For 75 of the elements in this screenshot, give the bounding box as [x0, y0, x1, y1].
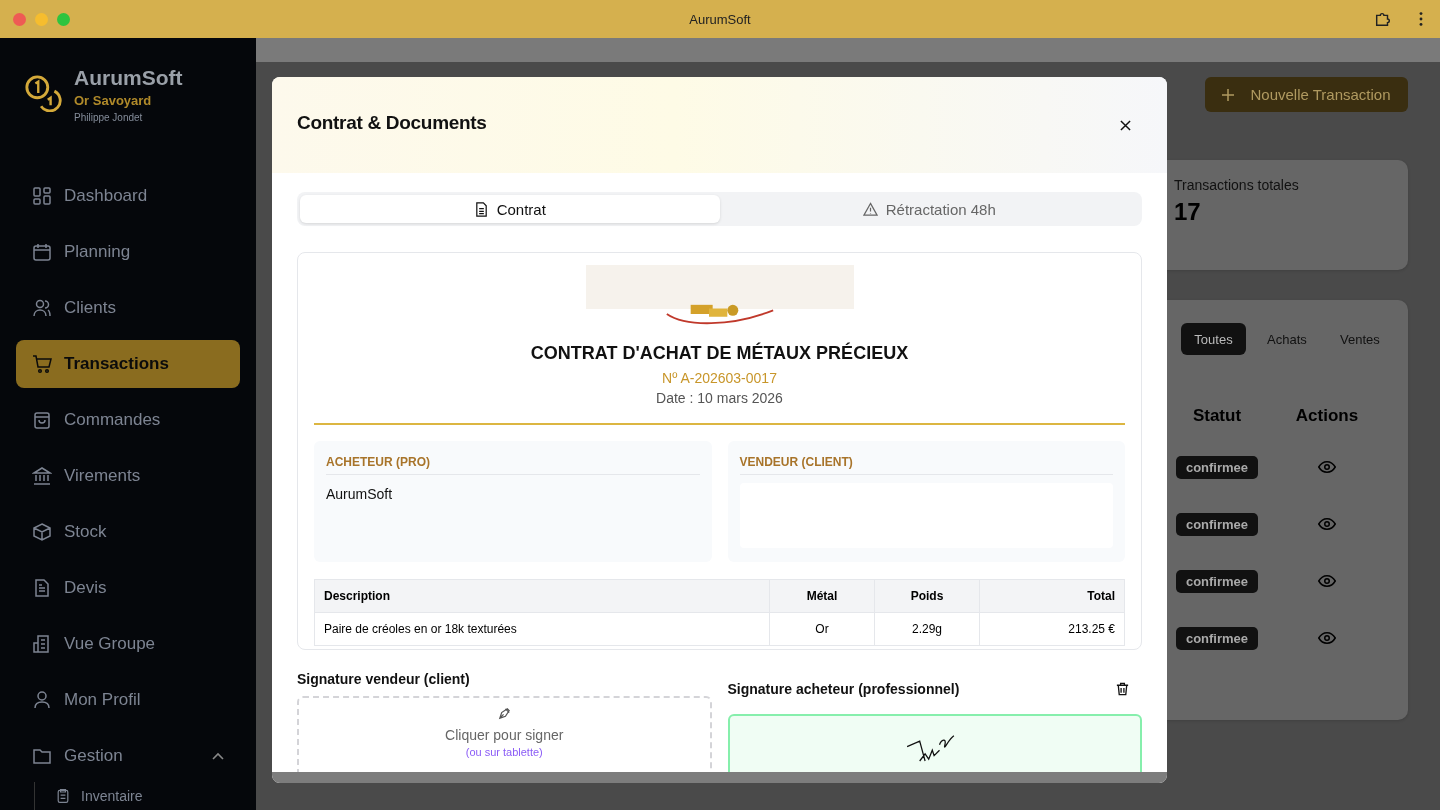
- trash-icon[interactable]: [1115, 681, 1130, 697]
- pen-icon: [496, 706, 512, 721]
- shopping-bag-icon: [32, 410, 52, 430]
- clipboard-icon: [55, 788, 71, 804]
- bank-icon: [32, 466, 52, 486]
- column-header: Poids: [874, 579, 980, 613]
- sidebar-item[interactable]: Dashboard: [16, 172, 240, 220]
- sidebar-item[interactable]: Commandes: [16, 396, 240, 444]
- company-name: Or Savoyard: [74, 93, 153, 108]
- sidebar-subitem[interactable]: Inventaire: [55, 782, 240, 810]
- stat-value: 17: [1174, 198, 1202, 226]
- contract-number: Nº A-202603-0017: [662, 370, 777, 386]
- table-cell: Paire de créoles en or 18k texturées: [314, 612, 770, 646]
- users-icon: [32, 298, 52, 318]
- sidebar-item[interactable]: Devis: [16, 564, 240, 612]
- column-header: Actions: [1294, 406, 1360, 426]
- table-cell: Or: [769, 612, 875, 646]
- signature-hint: (ou sur tablette): [465, 746, 543, 758]
- status-badge: confirmee: [1175, 627, 1259, 650]
- table-cell: 213.25 €: [979, 612, 1125, 646]
- brand-name: AurumSoft: [74, 66, 183, 90]
- tab[interactable]: Rétractation 48h: [719, 195, 1139, 223]
- warning-icon: [862, 201, 878, 217]
- puzzle-icon[interactable]: [1374, 10, 1392, 28]
- filter-tab[interactable]: Toutes: [1181, 323, 1246, 355]
- sidebar-item[interactable]: Transactions: [16, 340, 240, 388]
- sidebar-item[interactable]: Clients: [16, 284, 240, 332]
- plus-icon: [1222, 88, 1235, 101]
- dashboard-icon: [32, 186, 52, 206]
- contract-title: CONTRAT D'ACHAT DE MÉTAUX PRÉCIEUX: [530, 343, 909, 364]
- cart-icon: [32, 354, 52, 374]
- signature-title: Signature vendeur (client): [297, 671, 470, 687]
- user-name: Philippe Jondet: [74, 112, 144, 123]
- document-icon: [473, 201, 489, 217]
- folder-icon: [32, 746, 52, 766]
- party-heading: VENDEUR (CLIENT): [739, 455, 1113, 475]
- column-header: Statut: [1191, 406, 1243, 426]
- sidebar-item[interactable]: Planning: [16, 228, 240, 276]
- column-header: Total: [979, 579, 1125, 613]
- sidebar-item[interactable]: Virements: [16, 452, 240, 500]
- new-transaction-button[interactable]: Nouvelle Transaction: [1205, 77, 1408, 112]
- dialog-title: Contrat & Documents: [297, 112, 487, 134]
- horizontal-scrollbar[interactable]: [272, 772, 1167, 783]
- user-icon: [32, 690, 52, 710]
- status-badge: confirmee: [1175, 513, 1259, 536]
- filter-tab[interactable]: Achats: [1254, 323, 1319, 355]
- signature-title: Signature acheteur (professionnel): [727, 681, 960, 697]
- party-heading: ACHETEUR (PRO): [326, 455, 700, 475]
- calendar-icon: [32, 242, 52, 262]
- contract-date: Date : 10 mars 2026: [656, 390, 783, 406]
- stat-label: Transactions totales: [1174, 177, 1300, 193]
- status-badge: confirmee: [1175, 456, 1259, 479]
- signature-prompt: Cliquer pour signer: [445, 727, 564, 743]
- view-icon[interactable]: [1318, 517, 1336, 530]
- view-icon[interactable]: [1318, 574, 1336, 587]
- party-name: AurumSoft: [326, 486, 394, 502]
- column-header: Description: [314, 579, 770, 613]
- document-icon: [32, 578, 52, 598]
- status-badge: confirmee: [1175, 570, 1259, 593]
- building-icon: [32, 634, 52, 654]
- close-icon[interactable]: [1120, 119, 1131, 131]
- sidebar-item[interactable]: Gestion: [16, 732, 240, 780]
- view-icon[interactable]: [1318, 460, 1336, 473]
- filter-tab[interactable]: Ventes: [1327, 323, 1392, 355]
- table-cell: 2.29g: [874, 612, 980, 646]
- window-title: AurumSoft: [689, 11, 751, 27]
- sidebar-item[interactable]: Vue Groupe: [16, 620, 240, 668]
- coins-logo-icon: [24, 74, 62, 112]
- box-icon: [32, 522, 52, 542]
- column-header: Métal: [769, 579, 875, 613]
- sidebar-item[interactable]: Mon Profil: [16, 676, 240, 724]
- more-menu-icon[interactable]: [1418, 10, 1424, 28]
- view-icon[interactable]: [1318, 631, 1336, 644]
- sidebar-item[interactable]: Stock: [16, 508, 240, 556]
- tab[interactable]: Contrat: [300, 195, 720, 223]
